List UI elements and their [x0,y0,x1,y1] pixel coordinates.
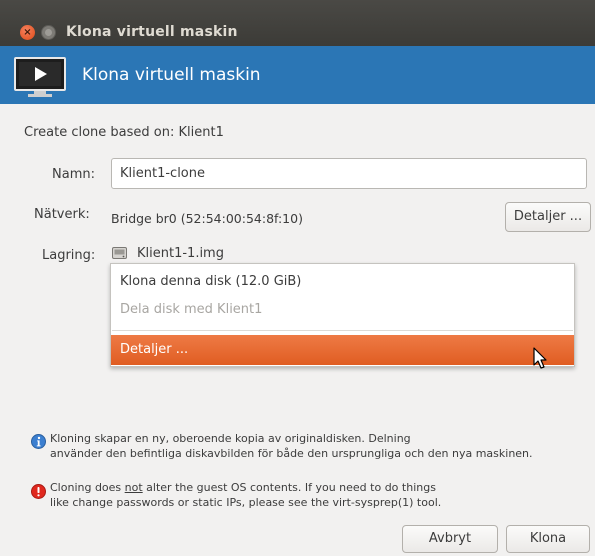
banner-title: Klona virtuell maskin [82,65,261,85]
network-details-button[interactable]: Detaljer ... [505,202,591,232]
warning-note-line1: Cloning does not alter the guest OS cont… [50,480,441,495]
storage-dropdown-menu: Klona denna disk (12.0 GiB) Dela disk me… [110,263,575,367]
warning-text-emphasis: not [124,481,143,494]
menu-item-share-disk: Dela disk med Klient1 [120,302,263,317]
warning-icon [31,484,46,499]
window-title: Klona virtuell maskin [66,24,238,40]
info-note-line1: Kloning skapar en ny, oberoende kopia av… [50,432,411,445]
name-input[interactable] [111,158,587,189]
menu-item-details[interactable]: Detaljer ... [111,335,574,365]
info-icon [31,434,46,449]
monitor-play-icon [14,57,66,97]
minimize-icon[interactable] [41,25,56,40]
header-banner: Klona virtuell maskin [0,46,595,104]
cancel-button[interactable]: Avbryt [402,525,498,553]
close-icon[interactable]: × [20,25,35,40]
network-label: Nätverk: [34,207,90,222]
disk-icon [112,247,127,259]
info-note: Kloning skapar en ny, oberoende kopia av… [50,431,533,461]
warning-note-line2: like change passwords or static IPs, ple… [50,496,442,509]
clone-source-label: Create clone based on: Klient1 [24,125,224,140]
clone-button[interactable]: Klona [506,525,590,553]
warning-note: Cloning does not alter the guest OS cont… [50,480,441,510]
warning-text-post: alter the guest OS contents. If you need… [142,481,436,494]
name-label: Namn: [52,167,95,182]
menu-separator [112,330,573,331]
storage-label: Lagring: [42,248,96,263]
window-titlebar: × Klona virtuell maskin [0,0,595,46]
menu-item-clone-disk[interactable]: Klona denna disk (12.0 GiB) [111,269,574,295]
storage-value[interactable]: Klient1-1.img [137,246,224,261]
mouse-cursor-icon [533,347,547,369]
warning-text-pre: Cloning does [50,481,125,494]
info-note-line2: använder den befintliga diskavbilden för… [50,447,533,460]
network-value: Bridge br0 (52:54:00:54:8f:10) [111,211,303,226]
